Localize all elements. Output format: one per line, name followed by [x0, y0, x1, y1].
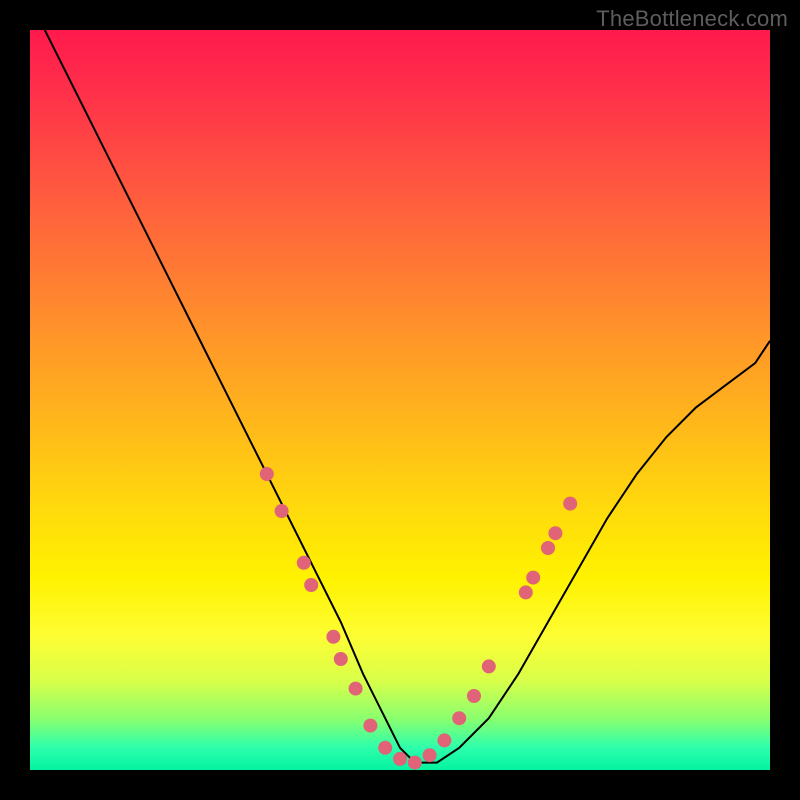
data-marker — [526, 571, 540, 585]
data-marker — [482, 659, 496, 673]
data-marker — [452, 711, 466, 725]
data-marker — [326, 630, 340, 644]
data-marker — [393, 752, 407, 766]
data-marker — [423, 748, 437, 762]
data-marker — [334, 652, 348, 666]
plot-area — [30, 30, 770, 770]
data-marker — [363, 719, 377, 733]
data-marker — [548, 526, 562, 540]
watermark-text: TheBottleneck.com — [596, 6, 788, 32]
data-marker — [349, 682, 363, 696]
data-marker — [563, 497, 577, 511]
data-marker — [519, 585, 533, 599]
data-marker — [304, 578, 318, 592]
data-marker — [260, 467, 274, 481]
data-marker — [437, 733, 451, 747]
data-marker — [408, 756, 422, 770]
chart-frame: TheBottleneck.com — [0, 0, 800, 800]
data-marker — [467, 689, 481, 703]
chart-svg — [30, 30, 770, 770]
data-marker — [378, 741, 392, 755]
curve-path — [45, 30, 770, 763]
data-marker — [275, 504, 289, 518]
data-marker — [541, 541, 555, 555]
data-marker — [297, 556, 311, 570]
